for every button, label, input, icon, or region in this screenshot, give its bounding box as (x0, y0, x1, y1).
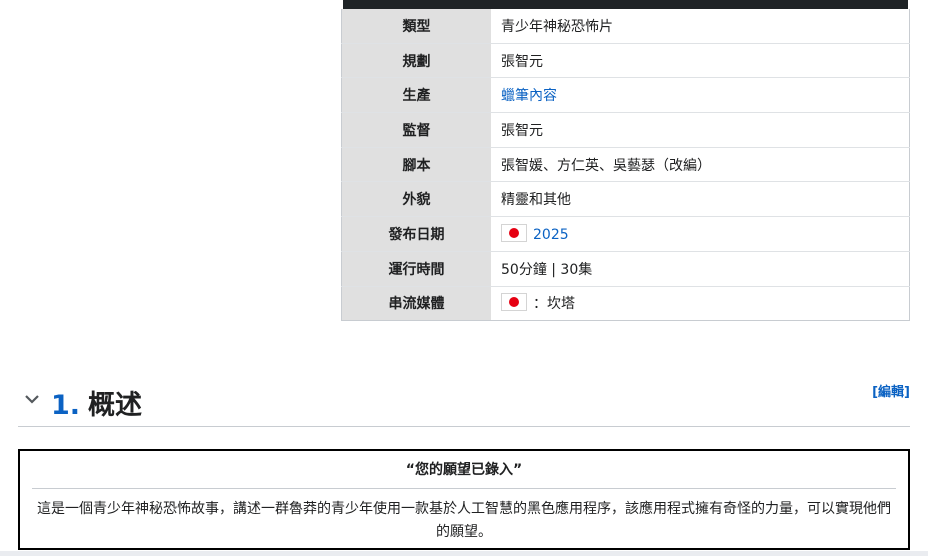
infobox-row-appearance: 外貌 精靈和其他 (341, 181, 910, 217)
infobox-image (343, 0, 908, 9)
infobox-row-planning: 規劃 張智元 (341, 42, 910, 78)
quote-body: 這是一個青少年神秘恐怖故事，講述一群魯莽的青少年使用一款基於人工智慧的黑色應用程… (37, 501, 891, 540)
infobox-label: 外貌 (341, 181, 491, 217)
infobox-value: 張智元 (491, 42, 910, 78)
infobox-row-director: 監督 張智元 (341, 112, 910, 148)
infobox-row-screenplay: 腳本 張智媛、方仁英、吳藝瑟（改編） (341, 146, 910, 182)
infobox-value: 精靈和其他 (491, 181, 910, 217)
infobox-label: 監督 (341, 112, 491, 148)
infobox-row-runtime: 運行時間 50分鐘 | 30集 (341, 250, 910, 286)
infobox-label: 發布日期 (341, 216, 491, 252)
chevron-down-icon[interactable] (22, 389, 42, 409)
quote-title: “您的願望已錄入” (405, 462, 523, 478)
quote-box: “您的願望已錄入” 這是一個青少年神秘恐怖故事，講述一群魯莽的青少年使用一款基於… (18, 449, 910, 550)
infobox-value: 張智媛、方仁英、吳藝瑟（改編） (491, 146, 910, 182)
infobox-label: 運行時間 (341, 250, 491, 286)
japan-flag-icon (501, 224, 527, 243)
infobox-value: 張智元 (491, 112, 910, 148)
infobox-row-production: 生產 蠟筆內容 (341, 77, 910, 113)
section-number: 1. (51, 390, 81, 421)
infobox-value: 青少年神秘恐怖片 (491, 9, 910, 44)
infobox-label: 腳本 (341, 146, 491, 182)
infobox-table: 類型 青少年神秘恐怖片 規劃 張智元 生產 蠟筆內容 監督 張智元 腳本 張智媛… (341, 9, 910, 322)
japan-flag-icon (501, 293, 527, 312)
infobox-label: 類型 (341, 9, 491, 44)
streaming-service-text: ：坎塔 (533, 296, 575, 313)
infobox-label: 串流媒體 (341, 285, 491, 321)
release-year-link[interactable]: 2025 (533, 227, 569, 243)
edit-section-link[interactable]: [編輯] (872, 381, 910, 400)
production-company-link[interactable]: 蠟筆內容 (501, 88, 557, 104)
infobox-row-streaming: 串流媒體 ：坎塔 (341, 285, 910, 321)
infobox-row-release-date: 發布日期 2025 (341, 216, 910, 252)
section-title: 概述 (88, 390, 143, 421)
infobox-value: 50分鐘 | 30集 (491, 250, 910, 286)
section-heading: 1. 概述 (51, 383, 142, 422)
infobox-value-cell: 2025 (491, 216, 910, 252)
bottom-toolbar-edge (0, 551, 928, 556)
infobox-value-cell: ：坎塔 (491, 285, 910, 321)
quote-divider (32, 488, 896, 489)
infobox-value-cell: 蠟筆內容 (491, 77, 910, 113)
infobox-label: 規劃 (341, 42, 491, 78)
infobox-row-genre: 類型 青少年神秘恐怖片 (341, 9, 910, 44)
section-header-overview: 1. 概述 [編輯] (18, 381, 910, 427)
infobox-label: 生產 (341, 77, 491, 113)
